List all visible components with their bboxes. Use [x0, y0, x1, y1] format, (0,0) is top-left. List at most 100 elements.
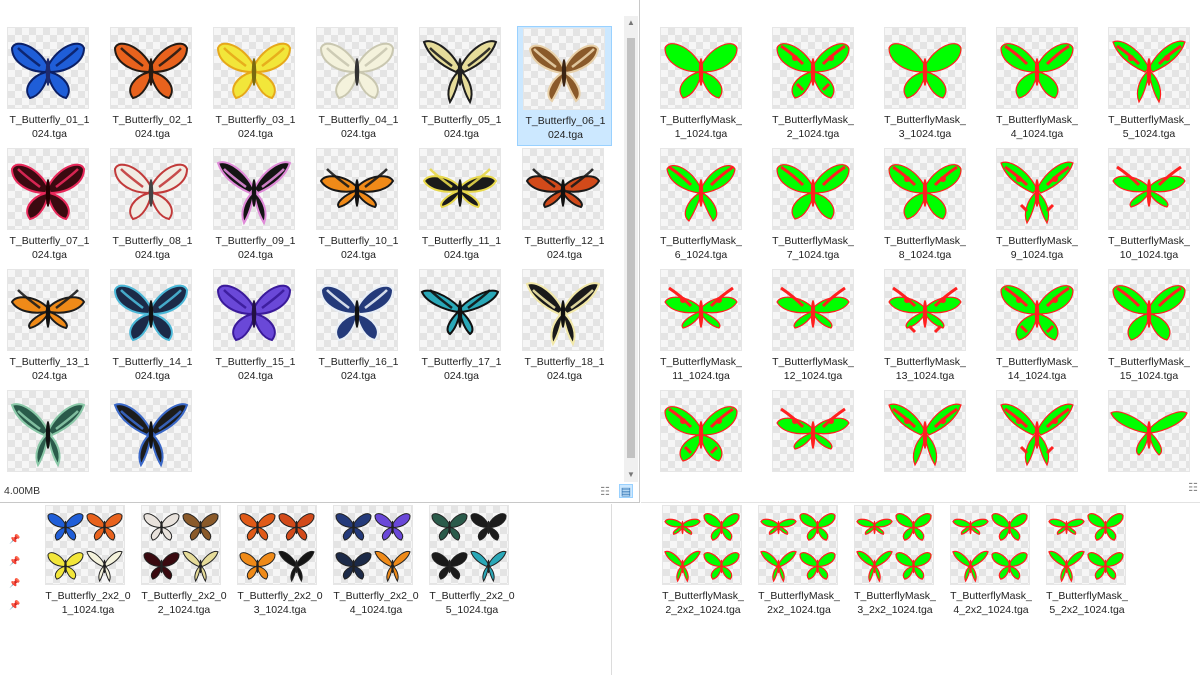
butterfly-thumbnail	[317, 270, 397, 350]
file-tile[interactable]: T_ButterflyMask_ 13_1024.tga	[871, 268, 979, 388]
pin-icon[interactable]: 📌	[9, 556, 20, 567]
file-tile[interactable]: T_Butterfly_08_1 024.tga	[105, 147, 200, 267]
atlas-window: 📌 📌 📌 📌 T_Butterfly_2x2_0 1_1024.tga T_Bu…	[0, 504, 612, 675]
file-tile[interactable]: T_Butterfly_17_1 024.tga	[414, 268, 509, 388]
details-view-icon[interactable]: ☷	[1186, 481, 1200, 495]
mask-atlas-thumbnail	[663, 506, 741, 584]
file-name-label: T_Butterfly_13_1 024.tga	[9, 356, 90, 382]
file-tile[interactable]: T_Butterfly_06_1 024.tga	[517, 26, 612, 146]
file-tile[interactable]	[983, 389, 1091, 502]
butterfly-thumbnail	[111, 28, 191, 108]
mask-atlas-thumbnail	[1047, 506, 1125, 584]
butterfly-thumbnail	[214, 28, 294, 108]
file-name-label: T_ButterflyMask_ 13_1024.tga	[884, 356, 966, 382]
file-name-label: T_ButterflyMask_ 8_1024.tga	[884, 235, 966, 261]
file-name-label: T_ButterflyMask_ 15_1024.tga	[1108, 356, 1190, 382]
mask-thumbnail	[661, 149, 741, 229]
file-tile[interactable]: T_ButterflyMask_ 2_1024.tga	[759, 26, 867, 146]
file-tile[interactable]: T_ButterflyMask_ 9_1024.tga	[983, 147, 1091, 267]
file-name-label: T_ButterflyMask_ 2_2x2_1024.tga	[662, 590, 744, 616]
mask-thumbnail	[1109, 391, 1189, 471]
file-name-label: T_Butterfly_17_1 024.tga	[421, 356, 502, 382]
file-tile[interactable]: T_ButterflyMask_ 5_1024.tga	[1095, 26, 1200, 146]
file-tile[interactable]: T_Butterfly_13_1 024.tga	[2, 268, 97, 388]
file-tile[interactable]: T_ButterflyMask_ 2_2x2_1024.tga	[655, 504, 751, 624]
file-tile[interactable]: T_Butterfly_2x2_0 3_1024.tga	[232, 504, 328, 624]
atlas-thumbnail	[142, 506, 220, 584]
file-tile[interactable]: T_Butterfly_02_1 024.tga	[105, 26, 200, 146]
file-tile[interactable]: T_ButterflyMask_ 7_1024.tga	[759, 147, 867, 267]
file-tile[interactable]	[105, 389, 200, 502]
butterfly-thumbnail	[111, 270, 191, 350]
file-tile[interactable]: T_Butterfly_15_1 024.tga	[208, 268, 303, 388]
file-tile[interactable]: T_Butterfly_10_1 024.tga	[311, 147, 406, 267]
file-tile[interactable]: T_Butterfly_14_1 024.tga	[105, 268, 200, 388]
mask-thumbnail	[885, 391, 965, 471]
details-view-icon[interactable]: ☷	[598, 485, 612, 499]
file-tile[interactable]: T_Butterfly_18_1 024.tga	[517, 268, 612, 388]
file-tile[interactable]: T_ButterflyMask_ 11_1024.tga	[647, 268, 755, 388]
file-tile[interactable]: T_ButterflyMask_ 10_1024.tga	[1095, 147, 1200, 267]
file-tile[interactable]: T_Butterfly_07_1 024.tga	[2, 147, 97, 267]
mask-thumbnail	[1109, 28, 1189, 108]
file-tile[interactable]: T_Butterfly_03_1 024.tga	[208, 26, 303, 146]
file-tile[interactable]	[647, 389, 755, 502]
file-tile[interactable]: T_ButterflyMask_ 15_1024.tga	[1095, 268, 1200, 388]
butterfly-texture-window: T_Butterfly_01_1 024.tga T_Butterfly_02_1…	[0, 0, 640, 503]
file-tile[interactable]: T_Butterfly_2x2_0 5_1024.tga	[424, 504, 520, 624]
pin-icon[interactable]: 📌	[9, 534, 20, 545]
file-name-label: T_Butterfly_09_1 024.tga	[215, 235, 296, 261]
file-tile[interactable]: T_ButterflyMask_ 12_1024.tga	[759, 268, 867, 388]
file-tile[interactable]: T_ButterflyMask_ 6_1024.tga	[647, 147, 755, 267]
file-tile[interactable]: T_Butterfly_11_1 024.tga	[414, 147, 509, 267]
file-name-label: T_ButterflyMask_ 3_2x2_1024.tga	[854, 590, 936, 616]
file-tile[interactable]: T_Butterfly_12_1 024.tga	[517, 147, 612, 267]
file-tile[interactable]: T_Butterfly_09_1 024.tga	[208, 147, 303, 267]
mask-thumbnail	[773, 391, 853, 471]
file-name-label: T_ButterflyMask_ 2_1024.tga	[772, 114, 854, 140]
file-name-label: T_Butterfly_03_1 024.tga	[215, 114, 296, 140]
file-tile[interactable]	[759, 389, 867, 502]
file-name-label: T_ButterflyMask_ 12_1024.tga	[772, 356, 854, 382]
file-tile[interactable]: T_ButterflyMask_ 4_2x2_1024.tga	[943, 504, 1039, 624]
mask-thumbnail	[1109, 149, 1189, 229]
file-tile[interactable]	[1095, 389, 1200, 502]
file-tile[interactable]: T_ButterflyMask_ 3_1024.tga	[871, 26, 979, 146]
scroll-down-icon[interactable]: ▼	[624, 468, 638, 482]
file-name-label: T_Butterfly_18_1 024.tga	[524, 356, 605, 382]
file-tile[interactable]: T_ButterflyMask_ 1_1024.tga	[647, 26, 755, 146]
file-tile[interactable]: T_Butterfly_2x2_0 1_1024.tga	[40, 504, 136, 624]
pin-icon[interactable]: 📌	[9, 578, 20, 589]
file-name-label: T_Butterfly_16_1 024.tga	[318, 356, 399, 382]
mask-thumbnail	[997, 28, 1077, 108]
file-tile[interactable]: T_ButterflyMask_ 5_2x2_1024.tga	[1039, 504, 1135, 624]
file-tile[interactable]: T_ButterflyMask_ 4_1024.tga	[983, 26, 1091, 146]
file-tile[interactable]	[871, 389, 979, 502]
butterfly-thumbnail	[523, 270, 603, 350]
file-tile[interactable]: T_ButterflyMask_ 2x2_1024.tga	[751, 504, 847, 624]
file-tile[interactable]: T_Butterfly_2x2_0 2_1024.tga	[136, 504, 232, 624]
scroll-up-icon[interactable]: ▲	[624, 16, 638, 30]
mask-atlas-thumbnail	[759, 506, 837, 584]
butterfly-thumbnail	[214, 149, 294, 229]
file-tile[interactable]: T_Butterfly_05_1 024.tga	[414, 26, 509, 146]
file-tile[interactable]: T_ButterflyMask_ 8_1024.tga	[871, 147, 979, 267]
file-tile[interactable]: T_Butterfly_16_1 024.tga	[311, 268, 406, 388]
file-name-label: T_ButterflyMask_ 10_1024.tga	[1108, 235, 1190, 261]
scrollbar-thumb[interactable]	[627, 38, 635, 458]
file-tile[interactable]: T_Butterfly_2x2_0 4_1024.tga	[328, 504, 424, 624]
file-name-label: T_ButterflyMask_ 5_2x2_1024.tga	[1046, 590, 1128, 616]
file-tile[interactable]: T_Butterfly_04_1 024.tga	[311, 26, 406, 146]
thumbnail-view-icon[interactable]: ▤	[619, 484, 633, 498]
vertical-scrollbar[interactable]: ▲ ▼	[624, 16, 638, 482]
file-tile[interactable]: T_ButterflyMask_ 14_1024.tga	[983, 268, 1091, 388]
file-tile[interactable]: T_Butterfly_01_1 024.tga	[2, 26, 97, 146]
butterfly-mask-window: T_ButterflyMask_ 1_1024.tga T_ButterflyMa…	[641, 0, 1200, 503]
file-name-label: T_ButterflyMask_ 6_1024.tga	[660, 235, 742, 261]
pin-icon[interactable]: 📌	[9, 600, 20, 611]
butterfly-thumbnail	[420, 270, 500, 350]
mask-thumbnail	[885, 270, 965, 350]
file-tile[interactable]: T_ButterflyMask_ 3_2x2_1024.tga	[847, 504, 943, 624]
file-name-label: T_ButterflyMask_ 4_2x2_1024.tga	[950, 590, 1032, 616]
file-name-label: T_ButterflyMask_ 4_1024.tga	[996, 114, 1078, 140]
